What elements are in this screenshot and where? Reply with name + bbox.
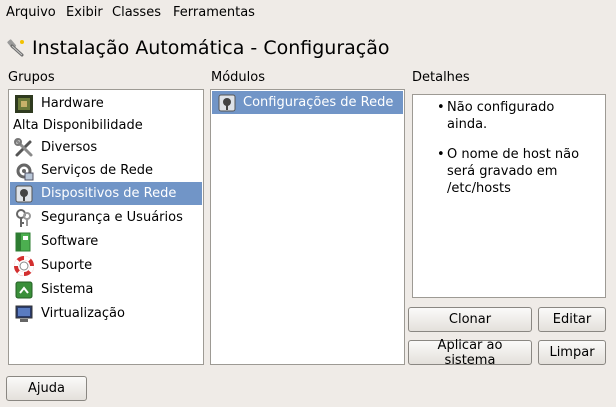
- modules-list[interactable]: Configurações de Rede: [210, 89, 405, 365]
- tools-icon: [14, 137, 34, 158]
- group-item-alta-disponibilidade[interactable]: Alta Disponibilidade: [10, 114, 202, 137]
- editar-button[interactable]: Editar: [538, 307, 606, 332]
- wrench-wand-icon: [6, 38, 26, 58]
- system-icon: [14, 280, 34, 300]
- details-panel: Não configurado ainda. O nome de host nã…: [412, 94, 606, 298]
- aplicar-ao-sistema-button[interactable]: Aplicar ao sistema: [408, 338, 532, 368]
- group-item-hardware[interactable]: Hardware: [10, 92, 202, 115]
- menu-exibir[interactable]: Exibir: [66, 5, 103, 20]
- network-services-icon: [14, 161, 34, 181]
- limpar-button[interactable]: Limpar: [538, 340, 606, 365]
- network-device-icon: [14, 184, 34, 204]
- software-icon: [14, 232, 34, 252]
- clonar-button[interactable]: Clonar: [408, 307, 532, 332]
- module-item-configuracoes-de-rede[interactable]: Configurações de Rede: [212, 91, 403, 114]
- ajuda-button[interactable]: Ajuda: [6, 376, 87, 401]
- monitor-icon: [14, 304, 34, 324]
- menu-arquivo[interactable]: Arquivo: [6, 5, 56, 20]
- page-title: Instalação Automática - Configuração: [32, 37, 390, 59]
- details-label: Detalhes: [412, 70, 470, 85]
- menu-ferramentas[interactable]: Ferramentas: [173, 5, 255, 20]
- groups-list[interactable]: Hardware Alta Disponibilidade Diversos S…: [8, 89, 204, 365]
- groups-label: Grupos: [8, 70, 55, 85]
- details-bullet: Não configurado ainda.: [437, 99, 597, 133]
- modules-label: Módulos: [211, 70, 265, 85]
- group-item-servicos-de-rede[interactable]: Serviços de Rede: [10, 159, 202, 182]
- lifebuoy-icon: [14, 255, 34, 276]
- group-item-virtualizacao[interactable]: Virtualização: [10, 302, 202, 325]
- group-item-seguranca-e-usuarios[interactable]: Segurança e Usuários: [10, 206, 202, 229]
- chip-icon: [14, 94, 34, 114]
- group-item-diversos[interactable]: Diversos: [10, 136, 202, 159]
- group-item-sistema[interactable]: Sistema: [10, 278, 202, 301]
- group-item-software[interactable]: Software: [10, 230, 202, 253]
- keys-icon: [14, 208, 34, 228]
- group-item-dispositivos-de-rede[interactable]: Dispositivos de Rede: [10, 182, 202, 205]
- details-bullet: O nome de host não será gravado em /etc/…: [437, 146, 597, 197]
- menubar: Arquivo Exibir Classes Ferramentas: [0, 0, 616, 26]
- menu-classes[interactable]: Classes: [112, 5, 161, 20]
- window-title: Instalação Automática - Configuração: [6, 33, 390, 63]
- network-device-icon: [217, 93, 237, 113]
- group-item-suporte[interactable]: Suporte: [10, 254, 202, 277]
